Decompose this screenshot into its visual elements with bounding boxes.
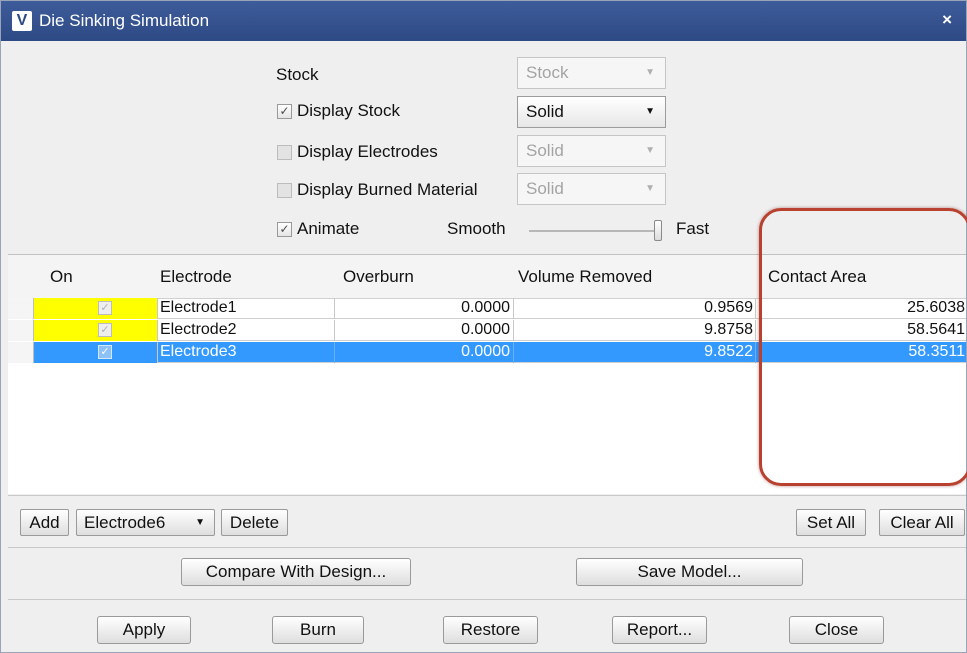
chevron-down-icon: ▼: [645, 145, 655, 156]
column-divider: [513, 298, 514, 319]
on-cell: ✓: [34, 342, 158, 363]
table-row-selected[interactable]: ✓ Electrode3 0.0000 9.8522 58.3511: [8, 342, 966, 363]
display-stock-mode-value: Solid: [526, 102, 564, 121]
chevron-down-icon: ▼: [645, 183, 655, 194]
row-handle[interactable]: [8, 342, 34, 363]
table-row[interactable]: ✓ Electrode2 0.0000 9.8758 58.5641: [8, 320, 966, 341]
table-row[interactable]: ✓ Electrode1 0.0000 0.9569 25.6038: [8, 298, 966, 319]
stock-select[interactable]: Stock ▼: [517, 57, 666, 89]
display-stock-checkbox[interactable]: ✓: [277, 104, 292, 119]
display-burned-checkbox[interactable]: [277, 183, 292, 198]
divider: [8, 495, 966, 496]
report-button[interactable]: Report...: [612, 616, 707, 644]
row-handle[interactable]: [8, 298, 34, 319]
speed-slider-handle[interactable]: [654, 220, 662, 241]
display-electrodes-label: Display Electrodes: [297, 142, 438, 161]
header-electrode[interactable]: Electrode: [160, 267, 232, 287]
on-checkbox[interactable]: ✓: [98, 323, 112, 337]
table-header: On Electrode Overburn Volume Removed Con…: [8, 255, 966, 299]
speed-slider-track[interactable]: [529, 230, 657, 232]
set-all-button[interactable]: Set All: [796, 509, 866, 536]
chevron-down-icon: ▼: [645, 106, 655, 117]
add-button[interactable]: Add: [20, 509, 69, 536]
electrode-select[interactable]: Electrode6 ▼: [76, 509, 215, 536]
contact-area-value: 25.6038: [907, 299, 965, 316]
display-burned-mode-select[interactable]: Solid ▼: [517, 173, 666, 205]
header-on[interactable]: On: [50, 267, 73, 287]
column-divider: [334, 320, 335, 341]
volume-value: 9.8758: [704, 321, 753, 338]
display-electrodes-mode-select[interactable]: Solid ▼: [517, 135, 666, 167]
save-model-button[interactable]: Save Model...: [576, 558, 803, 586]
on-cell: ✓: [34, 298, 158, 319]
contact-area-value: 58.5641: [907, 321, 965, 338]
header-overburn[interactable]: Overburn: [343, 267, 414, 287]
compare-with-design-button[interactable]: Compare With Design...: [181, 558, 411, 586]
stock-label: Stock: [276, 65, 319, 84]
chevron-down-icon: ▼: [645, 67, 655, 78]
header-contact-area[interactable]: Contact Area: [768, 267, 866, 287]
chevron-down-icon: ▼: [195, 517, 205, 528]
delete-button[interactable]: Delete: [221, 509, 288, 536]
column-divider: [513, 320, 514, 341]
display-burned-label: Display Burned Material: [297, 180, 478, 199]
apply-button[interactable]: Apply: [97, 616, 191, 644]
electrode-name: Electrode3: [160, 343, 237, 360]
electrode-name: Electrode2: [160, 321, 237, 338]
header-volume-removed[interactable]: Volume Removed: [518, 267, 652, 287]
animate-label: Animate: [297, 219, 360, 238]
volume-value: 0.9569: [704, 299, 753, 316]
divider: [8, 547, 966, 548]
speed-min-label: Smooth: [447, 219, 506, 238]
restore-button[interactable]: Restore: [443, 616, 538, 644]
column-divider: [334, 342, 335, 363]
app-logo-icon: V: [12, 11, 32, 31]
row-handle[interactable]: [8, 320, 34, 341]
electrode-table: On Electrode Overburn Volume Removed Con…: [8, 254, 966, 494]
overburn-value: 0.0000: [461, 299, 510, 316]
overburn-value: 0.0000: [461, 321, 510, 338]
display-electrodes-checkbox[interactable]: [277, 145, 292, 160]
on-cell: ✓: [34, 320, 158, 341]
die-sinking-dialog: V Die Sinking Simulation × Stock Stock ▼…: [0, 0, 967, 653]
title-bar: V Die Sinking Simulation ×: [1, 1, 966, 41]
column-divider: [755, 320, 756, 341]
speed-max-label: Fast: [676, 219, 710, 238]
electrode-name: Electrode1: [160, 299, 237, 316]
divider: [8, 599, 966, 600]
animate-checkbox[interactable]: ✓: [277, 222, 292, 237]
on-checkbox[interactable]: ✓: [98, 301, 112, 315]
close-icon[interactable]: ×: [942, 10, 952, 30]
on-checkbox[interactable]: ✓: [98, 345, 112, 359]
stock-select-value: Stock: [526, 63, 569, 82]
burn-button[interactable]: Burn: [272, 616, 364, 644]
volume-value: 9.8522: [704, 343, 753, 360]
electrode-select-value: Electrode6: [84, 513, 166, 532]
display-burned-mode-value: Solid: [526, 179, 564, 198]
close-button[interactable]: Close: [789, 616, 884, 644]
display-electrodes-mode-value: Solid: [526, 141, 564, 160]
column-divider: [755, 342, 756, 363]
display-stock-mode-select[interactable]: Solid ▼: [517, 96, 666, 128]
column-divider: [334, 298, 335, 319]
clear-all-button[interactable]: Clear All: [879, 509, 965, 536]
contact-area-value: 58.3511: [908, 343, 965, 360]
column-divider: [755, 298, 756, 319]
display-stock-label: Display Stock: [297, 101, 400, 120]
overburn-value: 0.0000: [461, 343, 510, 360]
window-title: Die Sinking Simulation: [39, 11, 210, 30]
column-divider: [513, 342, 514, 363]
